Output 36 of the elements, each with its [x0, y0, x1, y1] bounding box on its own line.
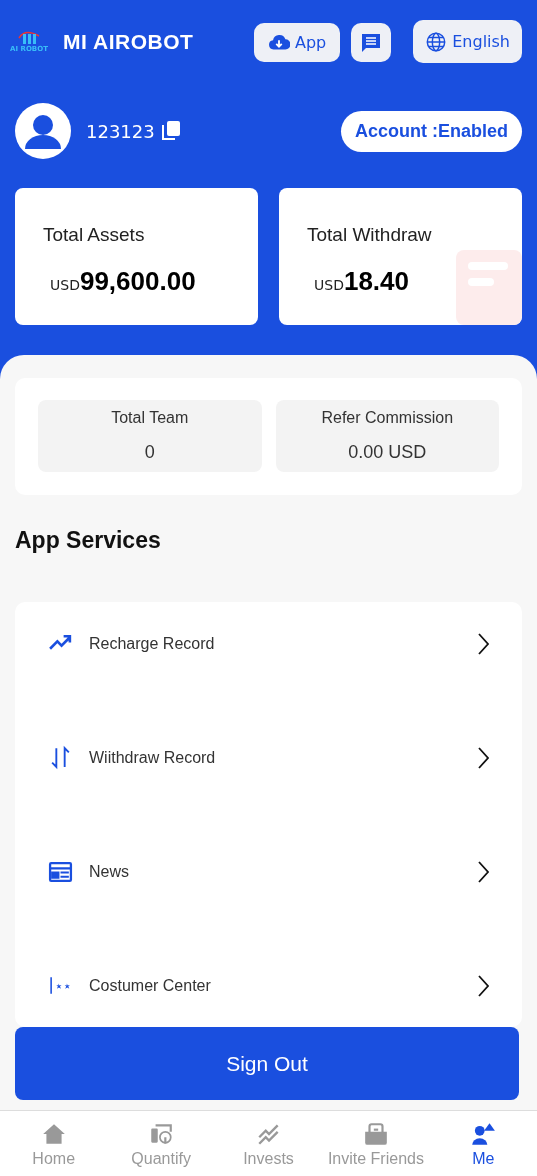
globe-icon [425, 30, 448, 53]
service-row[interactable]: Wiithdraw Record [48, 715, 489, 800]
chevron-right-icon [477, 631, 489, 656]
stat-label: Refer Commission [321, 408, 454, 428]
currency-label: USD [314, 275, 344, 295]
card-title: Total Assets [43, 223, 146, 247]
user-id: 123123 [86, 119, 155, 144]
service-row[interactable]: News [48, 829, 489, 914]
copy-icon[interactable] [161, 121, 180, 141]
amount-value: 99,600.00 [79, 264, 196, 298]
avatar-icon [15, 103, 71, 159]
stat-label: Total Team [111, 408, 189, 428]
message-button[interactable] [351, 23, 392, 62]
app-button[interactable]: App [253, 23, 341, 62]
currency-label: USD [50, 275, 80, 295]
stat-value: 0 [144, 441, 155, 464]
service-label: Recharge Record [89, 633, 215, 654]
section-title: App Services [15, 526, 162, 555]
chevron-right-icon [477, 745, 489, 770]
nav-tab[interactable]: Me [429, 1111, 537, 1176]
chevron-right-icon [477, 973, 489, 998]
service-label: Costumer Center [89, 975, 211, 996]
service-row[interactable]: Costumer Center [48, 943, 489, 1028]
service-row[interactable]: Recharge Record [48, 601, 489, 686]
stat-value: 0.00 USD [348, 441, 427, 464]
brand-name: MI AIROBOT [63, 29, 194, 55]
card-title: Total Withdraw [307, 223, 433, 247]
amount-value: 18.40 [343, 264, 409, 298]
account-status-badge: Account :Enabled [341, 110, 522, 152]
sign-out-button[interactable]: Sign Out [15, 1027, 519, 1100]
language-button[interactable]: English [413, 20, 522, 63]
person-icon [470, 1121, 497, 1147]
chevron-right-icon [477, 859, 489, 884]
service-label: Wiithdraw Record [89, 747, 216, 768]
newspaper-icon [48, 859, 73, 884]
service-label: News [89, 861, 129, 882]
